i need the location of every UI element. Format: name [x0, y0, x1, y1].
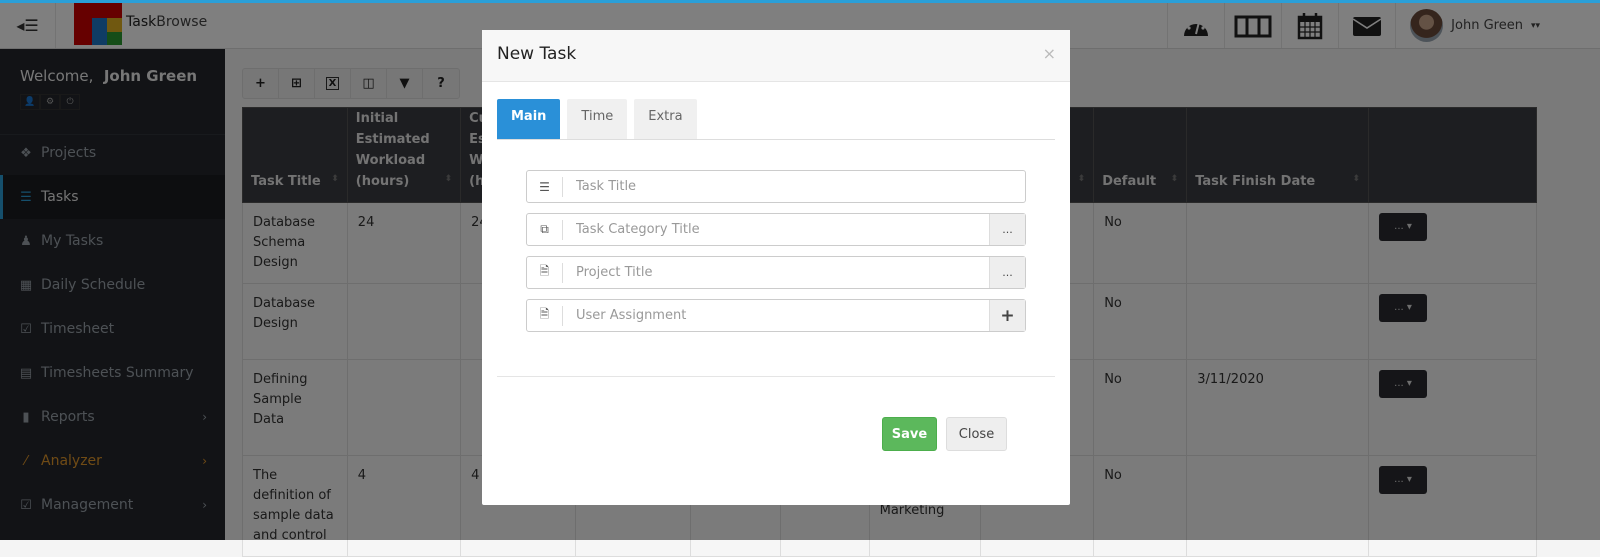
save-button[interactable]: Save [882, 417, 937, 451]
modal-tabs: Main Time Extra [497, 99, 1055, 140]
close-button[interactable]: Close [946, 417, 1007, 451]
document-icon: 🗎 [527, 305, 563, 326]
divider [497, 376, 1055, 377]
tab-extra[interactable]: Extra [634, 99, 697, 139]
task-category-field: ⧉ ... [526, 213, 1026, 246]
user-assignment-field: 🗎 + [526, 299, 1026, 332]
browse-category-button[interactable]: ... [989, 214, 1025, 245]
document-icon: 🗎 [527, 262, 563, 283]
project-title-field: 🗎 ... [526, 256, 1026, 289]
tab-time[interactable]: Time [567, 99, 628, 139]
new-task-modal: New Task × Main Time Extra ☰ ⧉ ... 🗎 ...… [482, 30, 1070, 505]
task-title-input[interactable] [563, 171, 1025, 202]
browse-project-button[interactable]: ... [989, 257, 1025, 288]
tab-main[interactable]: Main [497, 99, 561, 139]
top-accent-bar [0, 0, 1600, 3]
copy-icon: ⧉ [527, 219, 563, 240]
modal-title: New Task [497, 44, 577, 64]
id-card-icon: ☰ [527, 176, 563, 197]
task-title-field: ☰ [526, 170, 1026, 203]
task-category-input[interactable] [563, 214, 989, 245]
close-icon[interactable]: × [1043, 44, 1056, 63]
user-assignment-input[interactable] [563, 300, 989, 331]
add-user-button[interactable]: + [989, 300, 1025, 331]
project-title-input[interactable] [563, 257, 989, 288]
